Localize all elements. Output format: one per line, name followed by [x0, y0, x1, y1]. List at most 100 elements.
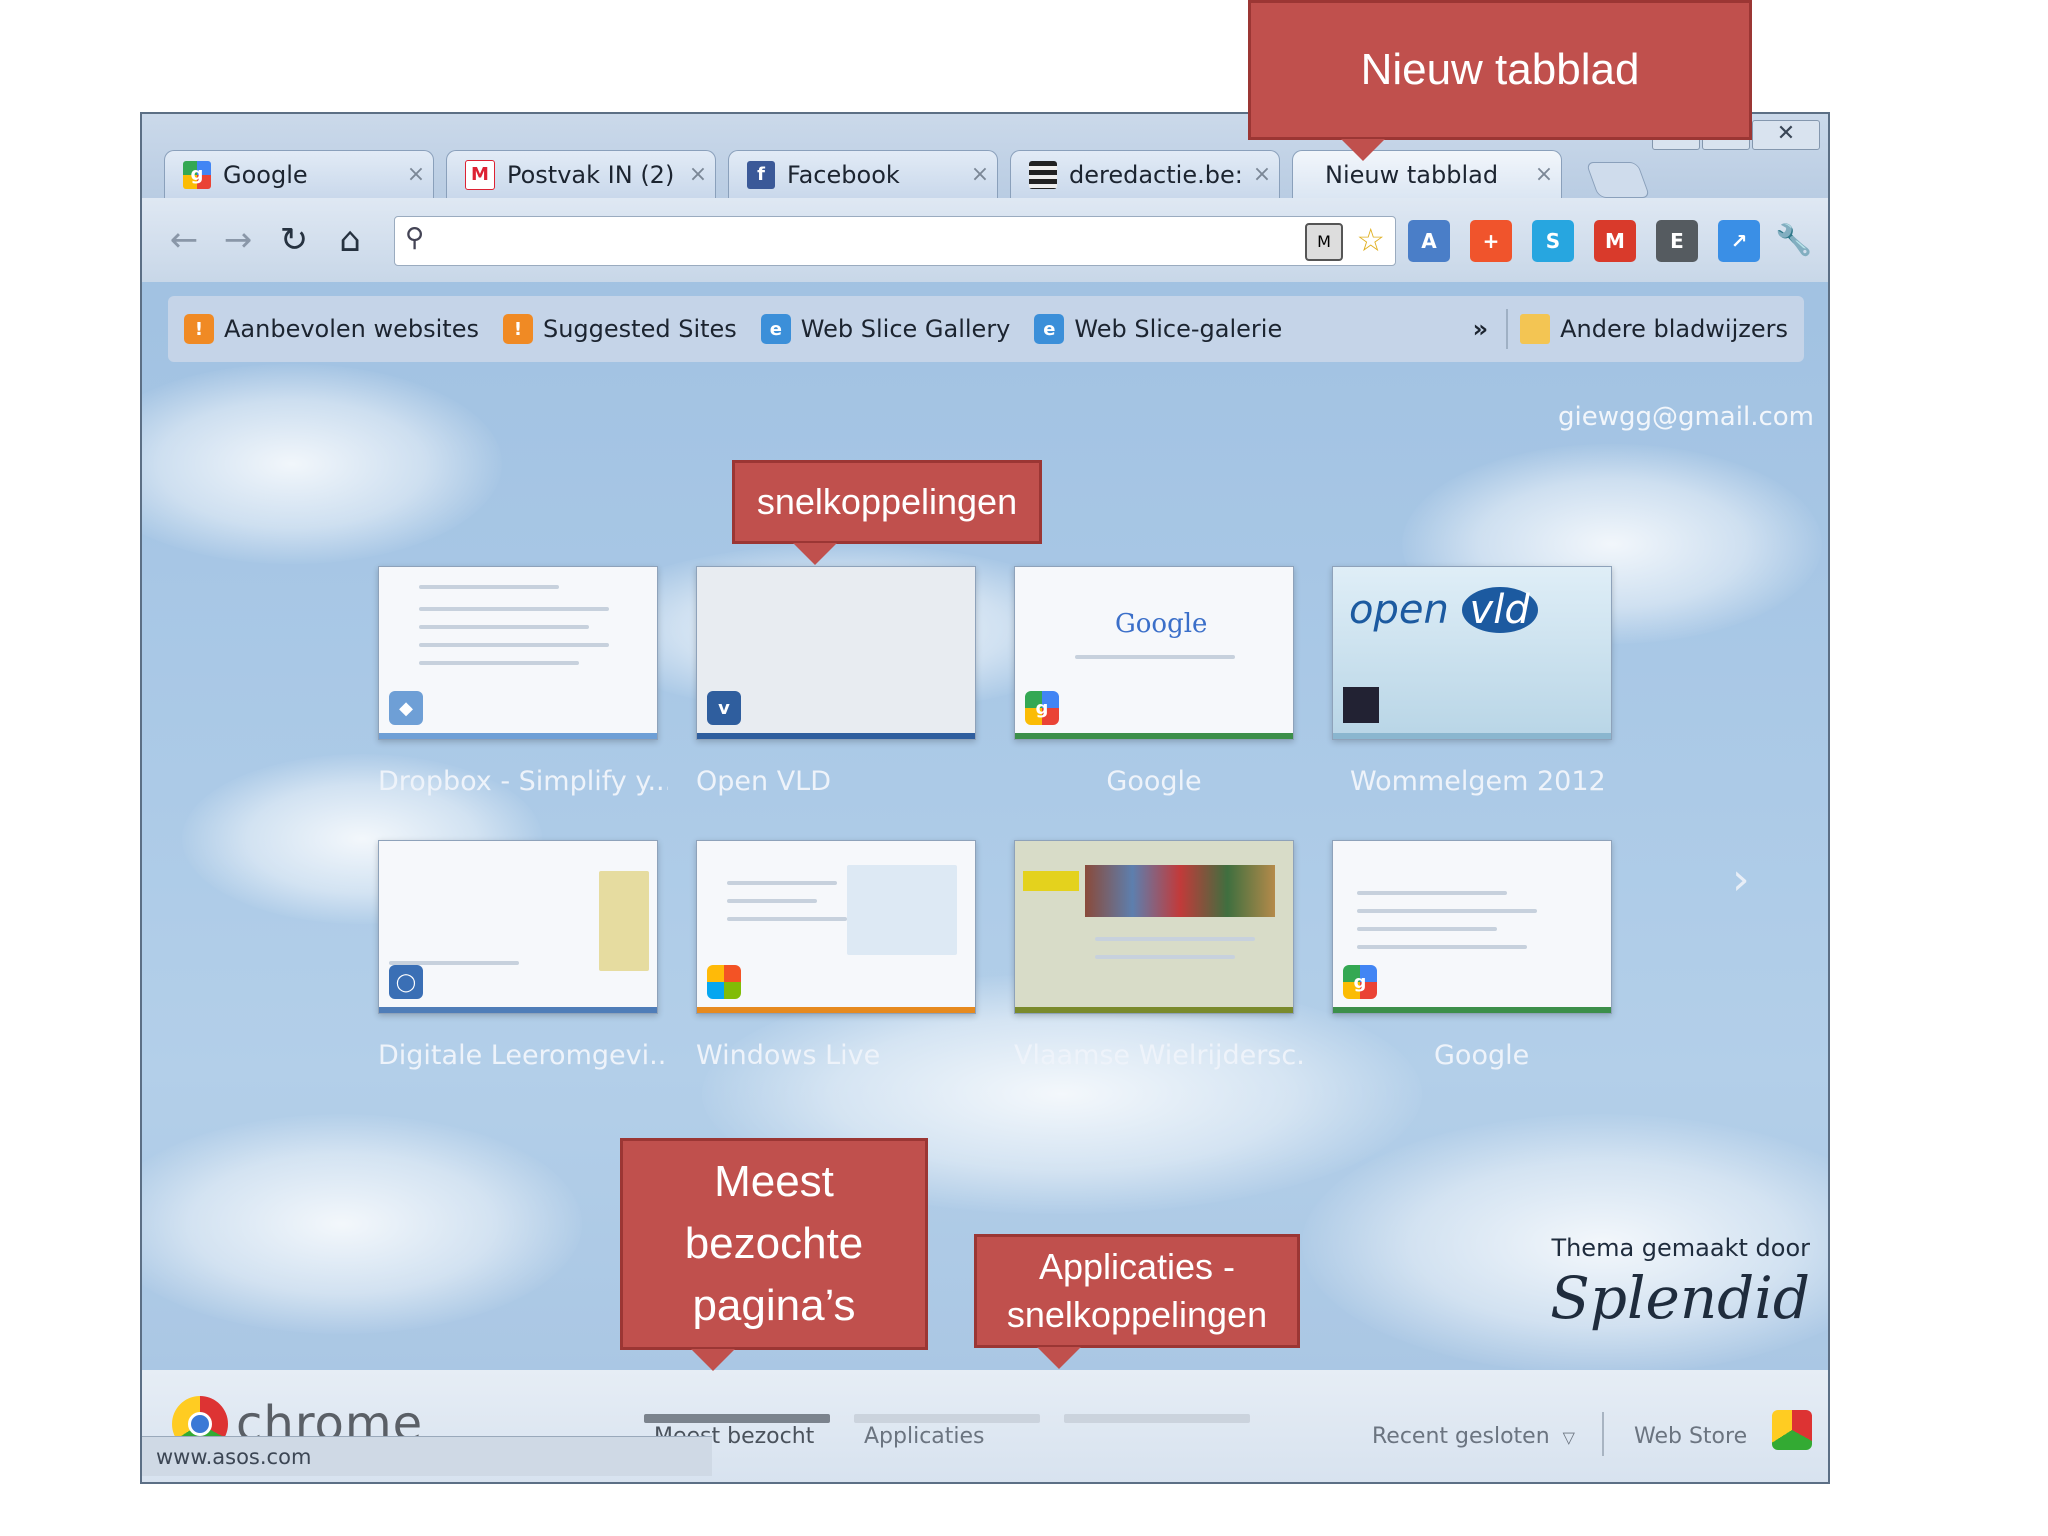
bookmarks-bar: ! Aanbevolen websites ! Suggested Sites … — [168, 296, 1804, 362]
gmail-favicon-icon: M — [465, 159, 495, 190]
callout-new-tab: Nieuw tabblad — [1248, 0, 1752, 161]
google-logo: Google — [1115, 609, 1208, 639]
suggested-sites-icon: ! — [502, 314, 533, 344]
suggested-sites-icon: ! — [184, 314, 214, 344]
plus-extension-icon[interactable]: + — [1470, 220, 1512, 262]
google-favicon-icon: g — [1343, 965, 1377, 999]
ie-icon: e — [1034, 314, 1065, 344]
thumbnail-label[interactable]: Windows Live — [696, 1040, 986, 1071]
tab-facebook[interactable]: f Facebook × — [728, 150, 998, 198]
thumbnail-tile[interactable]: g — [1332, 840, 1612, 1014]
ie-icon: e — [760, 314, 791, 344]
tab-new-tab[interactable]: Nieuw tabblad × — [1292, 150, 1562, 198]
tab-deredactie[interactable]: deredactie.be: W × — [1010, 150, 1280, 198]
open-vld-logo: open vld — [1349, 587, 1538, 633]
theme-credit: Thema gemaakt door Splendid — [1550, 1234, 1810, 1332]
thumbnail-label[interactable]: Digitale Leeromgevi... — [378, 1040, 668, 1071]
home-icon[interactable]: ⌂ — [328, 218, 372, 262]
search-icon: ⚲ — [405, 223, 425, 253]
tile-bar — [1015, 733, 1293, 739]
status-bar-url: www.asos.com — [142, 1436, 712, 1476]
close-tab-icon[interactable]: × — [399, 162, 433, 187]
back-icon[interactable]: ← — [162, 218, 206, 262]
tile-image — [1023, 871, 1079, 891]
tab-indicator[interactable] — [854, 1414, 1040, 1423]
tile-bar — [1333, 1007, 1611, 1013]
tile-bar — [379, 733, 657, 739]
thumbnail-tile[interactable] — [1014, 840, 1294, 1014]
google-favicon-icon: g — [1025, 691, 1059, 725]
learning-env-icon: ◯ — [389, 965, 423, 999]
bookmark-star-icon[interactable]: ☆ — [1356, 221, 1385, 259]
callout-most-visited: Meest bezochte pagina’s — [620, 1138, 928, 1371]
tile-bar — [1015, 1007, 1293, 1013]
thumbnail-label[interactable]: Vlaamse Wielrijdersc... — [1014, 1040, 1304, 1071]
tile-bar — [697, 1007, 975, 1013]
tab-gmail[interactable]: M Postvak IN (2) - g × — [446, 150, 716, 198]
tab-indicator[interactable] — [644, 1414, 830, 1423]
close-tab-icon[interactable]: × — [1527, 162, 1561, 187]
translate-extension-icon[interactable]: A — [1408, 220, 1450, 262]
callout-pointer — [1037, 1347, 1081, 1369]
vld-icon: v — [707, 691, 741, 725]
thumbnail-tile[interactable]: ◆ — [378, 566, 658, 740]
gmail-checker-icon[interactable]: M — [1594, 220, 1636, 262]
bookmark-label: Suggested Sites — [542, 315, 737, 343]
wrench-icon[interactable]: 🔧 — [1772, 218, 1816, 262]
new-tab-button[interactable] — [1585, 162, 1651, 198]
bookmark-item[interactable]: ! Suggested Sites — [502, 314, 737, 344]
tab-google[interactable]: g Google × — [164, 150, 434, 198]
thumbnail-tile[interactable]: Google g — [1014, 566, 1294, 740]
thumbnail-label[interactable]: Google — [1434, 1040, 1724, 1071]
tab-title: Facebook — [787, 160, 900, 189]
bookmarks-overflow-chevron[interactable]: » — [1473, 315, 1489, 343]
tab-title: Postvak IN (2) - g — [507, 160, 681, 189]
divider — [1506, 309, 1509, 349]
reload-icon[interactable]: ↻ — [272, 218, 316, 262]
tile-image — [1085, 865, 1275, 917]
thumbnail-tile[interactable]: v — [696, 566, 976, 740]
toolbar: ← → ↻ ⌂ ⚲ M ☆ A + S M E ↗ 🔧 — [142, 198, 1828, 282]
forward-icon[interactable]: → — [216, 218, 260, 262]
callout-pointer — [691, 1349, 735, 1371]
tab-indicator[interactable] — [1064, 1414, 1250, 1423]
chevron-down-icon: ▽ — [1562, 1428, 1575, 1447]
tab-title: deredactie.be: W — [1069, 160, 1245, 189]
omnibox[interactable]: ⚲ M ☆ — [394, 216, 1396, 266]
bookmark-item[interactable]: e Web Slice-galerie — [1034, 314, 1282, 344]
thumbnail-label[interactable]: Open VLD — [696, 766, 986, 797]
callout-text: snelkoppelingen — [756, 481, 1018, 522]
skype-extension-icon[interactable]: S — [1532, 220, 1574, 262]
cloud — [142, 364, 502, 564]
thumbnail-label[interactable]: Wommelgem 2012 — [1350, 766, 1640, 797]
thumbnail-tile[interactable]: ◯ — [378, 840, 658, 1014]
theme-credit-label: Thema gemaakt door — [1551, 1234, 1810, 1262]
divider — [1602, 1412, 1604, 1456]
thumbnail-tile[interactable]: open vld — [1332, 566, 1612, 740]
thumbnail-tile[interactable] — [696, 840, 976, 1014]
close-tab-icon[interactable]: × — [681, 162, 715, 187]
close-window-button[interactable]: ✕ — [1752, 120, 1820, 150]
next-page-arrow[interactable]: › — [1732, 854, 1750, 905]
bookmark-item[interactable]: ! Aanbevolen websites — [184, 314, 479, 344]
evernote-icon[interactable]: E — [1656, 220, 1698, 262]
thumbnail-label[interactable]: Dropbox - Simplify y... — [378, 766, 668, 797]
recently-closed-menu[interactable]: Recent gesloten ▽ — [1372, 1424, 1575, 1449]
web-store-link[interactable]: Web Store — [1634, 1424, 1747, 1449]
callout-apps: Applicaties - snelkoppelingen — [974, 1234, 1300, 1369]
tab-applications[interactable]: Applicaties — [864, 1424, 985, 1449]
user-email[interactable]: giewgg@gmail.com — [1558, 402, 1814, 432]
other-bookmarks[interactable]: Andere bladwijzers — [1520, 314, 1788, 344]
cloud — [142, 1114, 582, 1334]
close-tab-icon[interactable]: × — [963, 162, 997, 187]
theme-author[interactable]: Splendid — [1550, 1264, 1810, 1332]
bookmark-item[interactable]: e Web Slice Gallery — [760, 314, 1010, 344]
share-extension-icon[interactable]: ↗ — [1718, 220, 1760, 262]
tab-title: Google — [223, 160, 308, 189]
web-store-icon[interactable] — [1772, 1410, 1812, 1450]
thumbnail-label[interactable]: Google — [1014, 766, 1294, 797]
dropbox-icon: ◆ — [389, 691, 423, 725]
close-tab-icon[interactable]: × — [1245, 162, 1279, 187]
tile-bar — [379, 1007, 657, 1013]
shield-extension-icon[interactable]: M — [1305, 223, 1343, 261]
